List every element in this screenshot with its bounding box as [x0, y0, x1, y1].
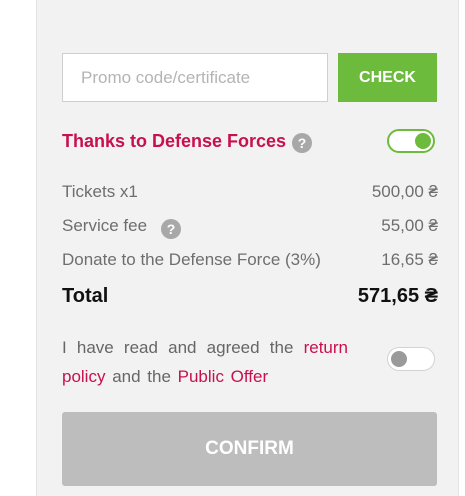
donation-value: 16,65 ₴ [381, 250, 438, 269]
agreement-text-middle: and the [105, 367, 178, 386]
total-label: Total [62, 285, 109, 307]
toggle-knob [391, 351, 407, 367]
total-line: Total 571,65 ₴ [62, 285, 438, 313]
tickets-label: Tickets x1 [62, 182, 138, 201]
toggle-knob [415, 133, 431, 149]
checkout-panel: CHECK Thanks to Defense Forces ? Tickets… [36, 0, 459, 496]
service-fee-label: Service fee [62, 216, 148, 235]
tickets-value: 500,00 ₴ [371, 182, 438, 201]
defense-donation-row: Thanks to Defense Forces ? [62, 128, 438, 158]
tickets-line: Tickets x1 500,00 ₴ [62, 182, 438, 206]
public-offer-link[interactable]: Public Offer [178, 367, 269, 386]
agreement-text-before: I have read and agreed the [62, 338, 304, 357]
agreement-text: I have read and agreed the return policy… [62, 333, 348, 391]
page: CHECK Thanks to Defense Forces ? Tickets… [0, 0, 465, 496]
check-promo-button[interactable]: CHECK [338, 53, 437, 102]
agreement-toggle[interactable] [387, 347, 435, 371]
promo-code-input[interactable] [62, 53, 328, 102]
service-fee-line: Service fee ? 55,00 ₴ [62, 216, 438, 240]
question-circle-icon[interactable]: ? [292, 133, 312, 153]
service-fee-value: 55,00 ₴ [381, 216, 438, 235]
total-value: 571,65 ₴ [357, 285, 438, 307]
defense-donation-label: Thanks to Defense Forces [62, 131, 287, 151]
confirm-button[interactable]: CONFIRM [62, 412, 437, 486]
donation-label: Donate to the Defense Force (3%) [62, 250, 321, 269]
donation-line: Donate to the Defense Force (3%) 16,65 ₴ [62, 250, 438, 274]
service-fee-help-icon[interactable]: ? [161, 219, 181, 239]
defense-donation-toggle[interactable] [387, 129, 435, 153]
